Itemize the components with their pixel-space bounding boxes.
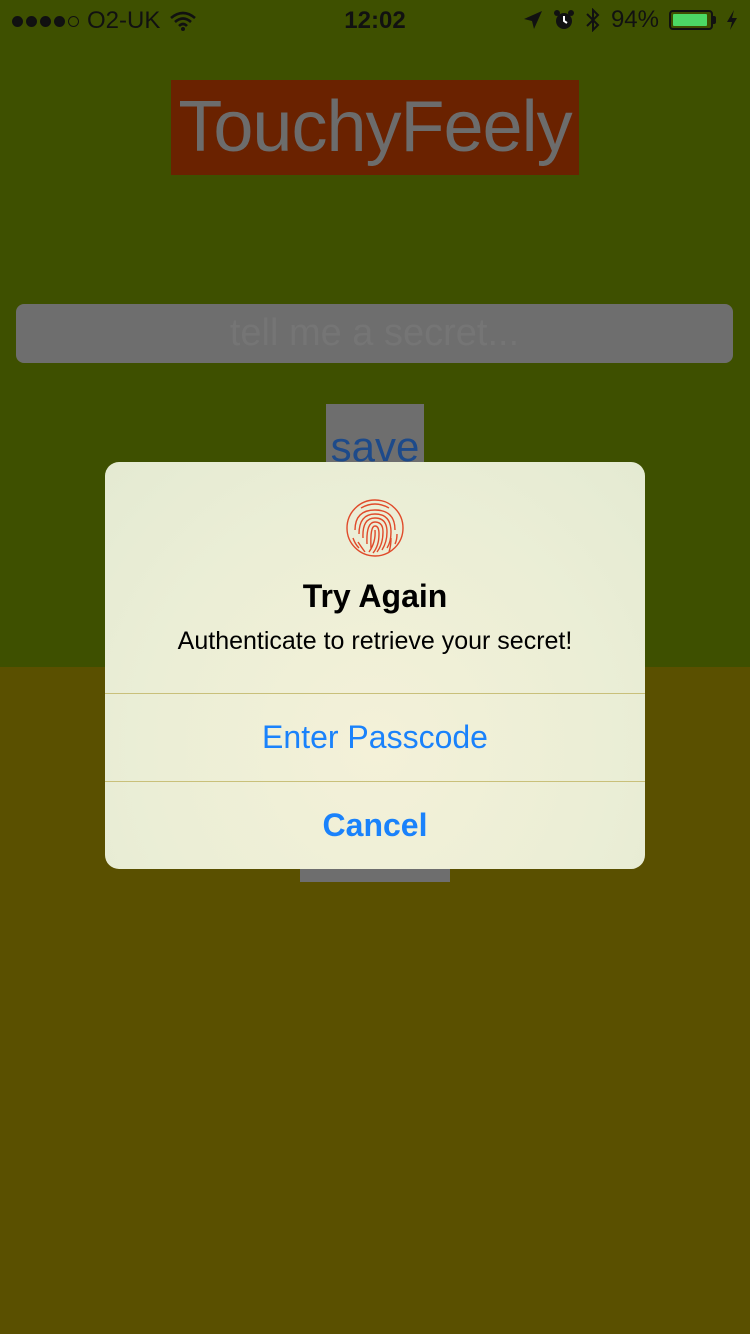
app-title: TouchyFeely [171, 80, 579, 175]
alert-message: Authenticate to retrieve your secret! [177, 627, 573, 655]
charging-bolt-icon [727, 10, 737, 30]
cancel-button[interactable]: Cancel [105, 782, 645, 869]
status-bar-right: 94% [523, 6, 738, 34]
touch-id-alert: Try Again Authenticate to retrieve your … [105, 462, 645, 869]
save-button[interactable]: save [326, 404, 424, 464]
battery-tip [713, 16, 716, 24]
alert-title: Try Again [302, 578, 448, 614]
alarm-icon [553, 10, 574, 29]
status-bar: O2-UK 12:02 94% [0, 0, 750, 40]
battery-fill [673, 14, 707, 26]
bluetooth-icon [586, 8, 600, 32]
battery-icon [669, 10, 716, 30]
fingerprint-icon [346, 499, 404, 557]
location-arrow-icon [523, 11, 542, 29]
battery-body [669, 10, 713, 30]
secret-input[interactable] [16, 304, 733, 363]
enter-passcode-button[interactable]: Enter Passcode [105, 694, 645, 781]
battery-percent: 94% [610, 6, 659, 33]
